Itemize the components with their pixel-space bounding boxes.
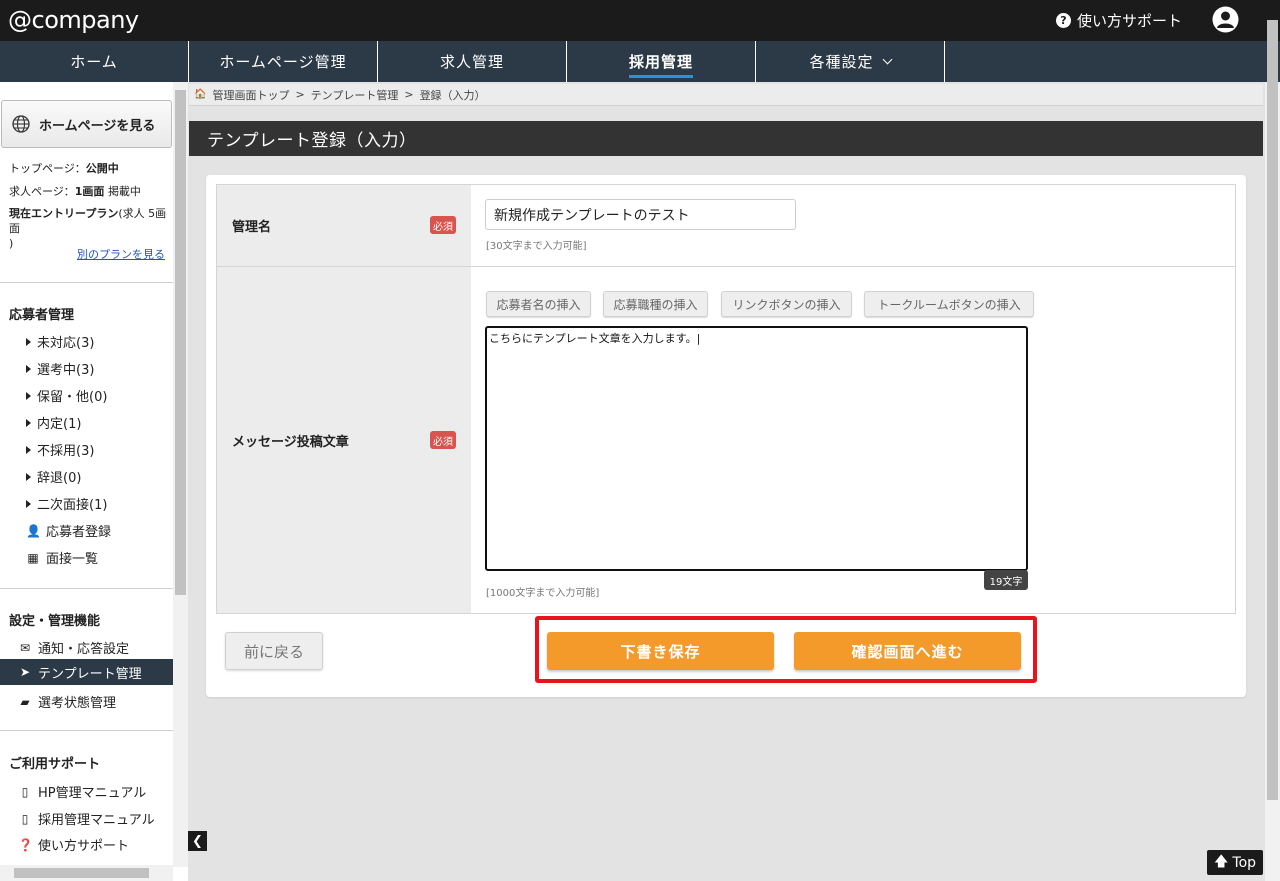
breadcrumb-item-current: 登録（入力）: [419, 88, 486, 102]
nav-job-management[interactable]: 求人管理: [378, 41, 567, 82]
main-nav: ホーム ホームページ管理 求人管理 採用管理 各種設定: [0, 41, 1280, 82]
sidebar-item-template-management[interactable]: ➤ テンプレート管理: [0, 659, 173, 685]
question-circle-icon: ❓: [18, 837, 33, 852]
sidebar-item-recruit-manual[interactable]: ▯ 採用管理マニュアル: [18, 809, 155, 829]
breadcrumb-item-template-management[interactable]: テンプレート管理: [311, 87, 399, 103]
sidebar-item-unhandled[interactable]: 未対応(3): [26, 332, 94, 351]
top-page-status: トップページ：公開中: [9, 162, 119, 175]
sidebar: ホームページを見る トップページ：公開中 求人ページ：1画面 掲載中 現在エント…: [0, 82, 188, 881]
message-label: メッセージ投稿文章: [232, 435, 349, 450]
chevron-left-icon: ❮: [192, 833, 203, 849]
sidebar-item-offer[interactable]: 内定(1): [26, 413, 81, 432]
support-label: 使い方サポート: [1077, 12, 1183, 30]
sidebar-item-interview-list[interactable]: ▦ 面接一覧: [26, 548, 98, 568]
divider: [0, 730, 173, 731]
pdf-file-icon: ▯: [21, 811, 29, 826]
globe-icon: [12, 115, 30, 133]
sidebar-item-second-interview[interactable]: 二次面接(1): [26, 494, 107, 513]
support-link[interactable]: ? 使い方サポート: [1056, 10, 1182, 31]
sidebar-item-hp-manual[interactable]: ▯ HP管理マニュアル: [18, 782, 147, 802]
caret-right-icon: [26, 364, 31, 373]
template-name-input[interactable]: [485, 199, 796, 230]
insert-talkroom-button-button[interactable]: トークルームボタンの挿入: [864, 291, 1034, 317]
other-plan-link[interactable]: 別のプランを見る: [77, 246, 165, 262]
envelope-icon: ✉: [19, 640, 31, 655]
caret-right-icon: [26, 499, 31, 508]
nav-recruitment-management[interactable]: 採用管理: [567, 41, 756, 82]
breadcrumb-item-admin-top[interactable]: 管理画面トップ: [212, 87, 289, 103]
question-icon: ?: [1056, 13, 1071, 28]
breadcrumb: 🏠 管理画面トップ > テンプレート管理 > 登録（入力）: [189, 84, 1263, 106]
applicant-heading: 応募者管理: [9, 308, 75, 323]
sidebar-item-status-management[interactable]: ▰ 選考状態管理: [18, 692, 116, 712]
company-logo[interactable]: @company: [8, 6, 139, 34]
user-plus-icon: 👤: [26, 523, 41, 538]
page-top-button[interactable]: 🡅 Top: [1207, 850, 1263, 875]
sidebar-item-rejected[interactable]: 不採用(3): [26, 440, 94, 459]
message-hint: [1000文字まで入力可能]: [486, 588, 600, 599]
insert-job-type-button[interactable]: 応募職種の挿入: [603, 291, 708, 317]
sidebar-item-notify-settings[interactable]: ✉ 通知・応答設定: [18, 638, 129, 658]
message-textarea[interactable]: こちらにテンプレート文章を入力します。|: [485, 326, 1028, 571]
sidebar-item-on-hold[interactable]: 保留・他(0): [26, 386, 107, 405]
required-badge: 必須: [430, 216, 456, 234]
nav-home[interactable]: ホーム: [0, 41, 189, 82]
folder-open-icon: ▰: [20, 694, 30, 709]
nav-homepage-management[interactable]: ホームページ管理: [189, 41, 378, 82]
current-plan: 現在エントリープラン(求人 5画面): [9, 207, 167, 250]
page-title: テンプレート登録（入力）: [189, 121, 1263, 156]
support-heading: ご利用サポート: [9, 757, 101, 772]
arrow-up-icon: 🡅: [1213, 853, 1229, 870]
caret-right-icon: [26, 391, 31, 400]
back-button[interactable]: 前に戻る: [225, 632, 323, 670]
sidebar-item-declined[interactable]: 辞退(0): [26, 467, 81, 486]
name-label: 管理名: [232, 220, 272, 235]
character-count-badge: 19文字: [984, 570, 1028, 590]
page-scrollbar-thumb[interactable]: [1267, 20, 1278, 800]
user-account-icon[interactable]: [1212, 6, 1239, 33]
required-badge: 必須: [430, 431, 456, 449]
insert-applicant-name-button[interactable]: 応募者名の挿入: [486, 291, 591, 317]
divider: [0, 588, 173, 589]
divider: [0, 282, 173, 283]
sidebar-item-usage-support[interactable]: ❓ 使い方サポート: [18, 835, 129, 855]
sidebar-item-register-applicant[interactable]: 👤 応募者登録: [26, 521, 111, 541]
caret-right-icon: [26, 445, 31, 454]
home-icon: 🏠: [194, 89, 207, 100]
insert-link-button-button[interactable]: リンクボタンの挿入: [721, 291, 852, 317]
caret-right-icon: [26, 418, 31, 427]
sidebar-item-screening[interactable]: 選考中(3): [26, 359, 94, 378]
view-homepage-button[interactable]: ホームページを見る: [1, 100, 172, 148]
job-page-status: 求人ページ：1画面 掲載中: [9, 185, 141, 198]
settings-heading: 設定・管理機能: [9, 614, 101, 629]
paper-plane-icon: ➤: [19, 665, 31, 679]
chevron-down-icon: [882, 54, 892, 64]
caret-right-icon: [26, 337, 31, 346]
pdf-file-icon: ▯: [21, 784, 29, 799]
view-homepage-label: ホームページを見る: [39, 118, 156, 134]
breadcrumb-separator: >: [404, 88, 414, 101]
caret-right-icon: [26, 472, 31, 481]
top-bar: @company ? 使い方サポート: [0, 0, 1280, 41]
collapse-sidebar-button[interactable]: ❮: [188, 831, 207, 851]
breadcrumb-separator: >: [295, 88, 305, 101]
sidebar-scrollbar-thumb[interactable]: [175, 90, 186, 595]
sidebar-horizontal-scrollbar-thumb[interactable]: [14, 868, 149, 878]
calendar-icon: ▦: [27, 550, 39, 565]
name-hint: [30文字まで入力可能]: [486, 241, 587, 252]
nav-settings[interactable]: 各種設定: [756, 41, 945, 82]
save-draft-button[interactable]: 下書き保存: [547, 632, 774, 670]
proceed-to-confirm-button[interactable]: 確認画面へ進む: [794, 632, 1021, 670]
